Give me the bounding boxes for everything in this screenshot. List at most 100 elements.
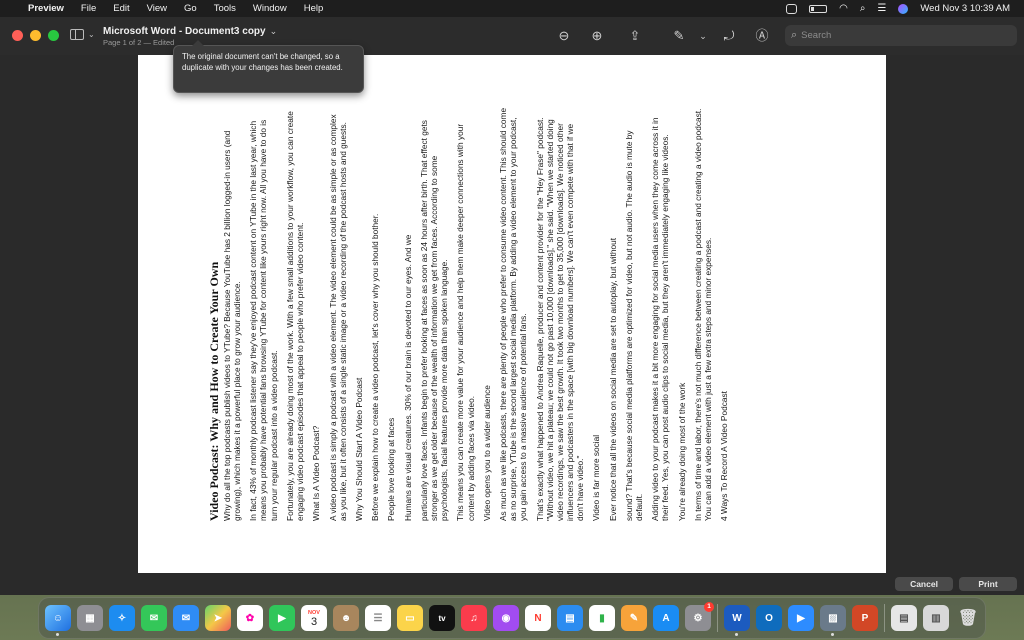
outlook-icon[interactable]: O [756, 605, 782, 631]
notes-icon[interactable]: ▭ [397, 605, 423, 631]
apple-tv-label: tv [438, 613, 446, 623]
document-heading: Video Podcast: Why and How to Create You… [207, 261, 221, 521]
paragraph: Before we explain how to create a video … [370, 213, 381, 521]
paragraph: Humans are visual creatures. 30% of our … [402, 234, 413, 521]
menu-file[interactable]: File [81, 3, 96, 14]
facetime-icon[interactable]: ▶ [269, 605, 295, 631]
document-subtitle: Page 1 of 2 — Edited [103, 38, 175, 47]
news-icon[interactable]: N [525, 605, 551, 631]
reminders-icon[interactable]: ☰ [365, 605, 391, 631]
document-title[interactable]: Microsoft Word - Document3 copy ⌄ [103, 26, 277, 37]
menu-tools[interactable]: Tools [214, 3, 236, 14]
menu-app-preview[interactable]: Preview [28, 3, 64, 14]
paragraph: particularly love faces. Infants begin t… [419, 120, 450, 521]
menu-extras: ◠ ⌕ ☰ Wed Nov 3 10:39 AM [786, 3, 1016, 14]
menu-view[interactable]: View [147, 3, 167, 14]
menu-window[interactable]: Window [253, 3, 287, 14]
menu-go[interactable]: Go [184, 3, 197, 14]
annotate-icon[interactable]: Ⓐ [753, 27, 771, 45]
podcasts-icon[interactable]: ◉ [493, 605, 519, 631]
paragraph: That's exactly what happened to Andrea R… [534, 117, 585, 521]
zoom-in-icon[interactable]: ⊕ [588, 27, 606, 45]
downloads-stack-icon[interactable]: ▤ [891, 605, 917, 631]
paragraph: As much as we like podcasts, there are p… [498, 107, 529, 521]
word-label: W [732, 612, 742, 624]
search-input[interactable] [801, 30, 1002, 41]
menu-clock[interactable]: Wed Nov 3 10:39 AM [920, 3, 1010, 14]
maps-icon[interactable]: ➤ [205, 605, 231, 631]
calendar-day: 3 [310, 616, 318, 628]
markup-pen-icon[interactable]: ✎ [670, 27, 688, 45]
duplicate-tooltip: The original document can't be changed, … [173, 40, 364, 93]
keynote-icon[interactable]: ▤ [557, 605, 583, 631]
trash-icon[interactable]: 🗑 [955, 605, 981, 631]
system-preferences-icon[interactable]: ⚙ 1 [685, 602, 714, 631]
share-icon[interactable]: ⇪ [626, 27, 644, 45]
section-heading: 4 Ways To Record A Video Podcast [719, 391, 730, 521]
document-area[interactable]: Video Podcast: Why and How to Create You… [0, 55, 1024, 595]
paragraph: This means you can create more value for… [455, 123, 476, 521]
section-heading: What Is A Video Podcast? [311, 425, 322, 521]
paragraph: Ever notice that all the videos on socia… [607, 237, 618, 521]
contacts-icon[interactable]: ☻ [333, 605, 359, 631]
paragraph: In terms of time and labor, there's not … [692, 108, 713, 521]
page-content: Video Podcast: Why and How to Create You… [197, 99, 827, 529]
section-heading: Video is far more social [591, 434, 602, 521]
print-button[interactable]: Print [959, 577, 1017, 591]
app-store-icon[interactable]: A [653, 605, 679, 631]
messages-icon[interactable]: ✉ [141, 605, 167, 631]
zoom-out-icon[interactable]: ⊖ [555, 27, 573, 45]
safari-icon[interactable]: ✧ [109, 605, 135, 631]
dock: ☺ ▦ ✧ ✉ ✉ ➤ ✿ ▶ NOV 3 ☻ ☰ ▭ tv ♫ ◉ N ▤ ▮… [38, 597, 986, 639]
photos-icon[interactable]: ✿ [237, 605, 263, 631]
numbers-icon[interactable]: ▮ [589, 605, 615, 631]
menu-edit[interactable]: Edit [113, 3, 129, 14]
preview-app-icon[interactable]: ▨ [820, 605, 846, 636]
zoom-window-button[interactable] [48, 30, 59, 41]
minimize-window-button[interactable] [30, 30, 41, 41]
siri-icon[interactable] [898, 3, 909, 14]
title-chevron-icon: ⌄ [269, 26, 278, 36]
preview-window: ⌄ Microsoft Word - Document3 copy ⌄ Page … [0, 17, 1024, 595]
search-icon: ⌕ [791, 29, 798, 41]
word-icon[interactable]: W [724, 605, 750, 636]
finder-icon[interactable]: ☺ [45, 605, 71, 636]
markup-chevron-icon[interactable]: ⌄ [694, 27, 712, 45]
paragraph: In fact, 43% of monthly podcast listener… [248, 119, 279, 521]
paragraph: Adding video to your podcast makes it a … [650, 117, 671, 521]
paragraph: A video podcast is simply a podcast with… [327, 114, 348, 521]
close-window-button[interactable] [12, 30, 23, 41]
rotate-icon[interactable]: ⤾ [720, 27, 738, 45]
pages-icon[interactable]: ✎ [621, 605, 647, 631]
section-heading: Video opens you to a wider audience [481, 385, 492, 521]
spotlight-icon[interactable]: ⌕ [860, 3, 866, 14]
calendar-icon[interactable]: NOV 3 [301, 605, 327, 631]
chevron-down-icon[interactable]: ⌄ [88, 30, 95, 39]
outlook-label: O [765, 612, 773, 624]
apple-tv-icon[interactable]: tv [429, 605, 455, 631]
powerpoint-icon[interactable]: P [852, 605, 878, 631]
window-controls [12, 30, 59, 41]
search-field[interactable]: ⌕ [785, 25, 1017, 46]
music-icon[interactable]: ♫ [461, 605, 487, 631]
menu-bar: Preview File Edit View Go Tools Window H… [0, 0, 1024, 17]
battery-icon[interactable] [809, 4, 828, 13]
zoom-icon[interactable]: ▶ [788, 605, 814, 631]
menu-help[interactable]: Help [304, 3, 324, 14]
powerpoint-label: P [861, 612, 869, 624]
control-center-icon[interactable]: ☰ [877, 3, 886, 14]
screen-record-icon[interactable] [786, 3, 798, 14]
paragraph: sound? That's because social media platf… [623, 130, 644, 521]
document-page[interactable]: Video Podcast: Why and How to Create You… [138, 55, 886, 573]
wifi-icon[interactable]: ◠ [839, 3, 848, 14]
mail-icon[interactable]: ✉ [173, 605, 199, 631]
title-bar: ⌄ Microsoft Word - Document3 copy ⌄ Page … [0, 17, 1024, 55]
dock-separator [884, 604, 885, 632]
sidebar-toggle-icon[interactable] [70, 29, 84, 40]
documents-stack-icon[interactable]: ▥ [923, 605, 949, 631]
cancel-button[interactable]: Cancel [895, 577, 953, 591]
document-title-text: Microsoft Word - Document3 copy [103, 26, 266, 37]
dock-separator [717, 604, 718, 632]
paragraph: Why do all the top podcasts publish vide… [222, 130, 243, 521]
launchpad-icon[interactable]: ▦ [77, 605, 103, 631]
